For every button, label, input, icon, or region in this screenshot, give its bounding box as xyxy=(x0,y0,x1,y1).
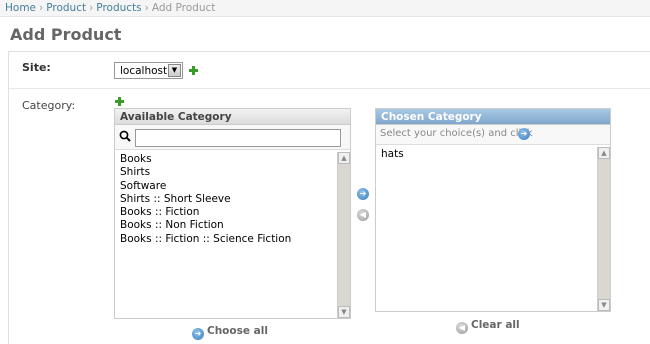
chosen-help-label: Select your choice(s) and click xyxy=(380,128,533,139)
scroll-down-icon[interactable]: ▼ xyxy=(598,299,610,311)
list-item[interactable]: Shirts xyxy=(120,166,350,179)
chosen-help-text: Select your choice(s) and click ➜ xyxy=(376,125,610,145)
list-item[interactable]: Books xyxy=(120,153,350,166)
available-scrollbar[interactable]: ▲ ▼ xyxy=(337,152,350,318)
list-item[interactable]: Books :: Fiction :: Science Fiction xyxy=(120,233,350,246)
scroll-down-icon[interactable]: ▼ xyxy=(338,306,350,318)
arrow-left-icon: ◀ xyxy=(456,322,468,334)
arrow-right-icon: ➜ xyxy=(518,128,530,140)
chosen-category-list[interactable]: hats xyxy=(376,145,610,161)
form-panel: Site: localhost ▼ Category: Available Ca… xyxy=(8,51,650,344)
breadcrumb-products-link[interactable]: Products xyxy=(96,2,141,14)
page-title: Add Product xyxy=(10,25,122,44)
scroll-up-icon[interactable]: ▲ xyxy=(338,152,350,164)
available-category-list[interactable]: Books Shirts Software Shirts :: Short Sleev… xyxy=(115,150,350,246)
add-category-plus-icon[interactable] xyxy=(115,97,124,106)
clear-all-label: Clear all xyxy=(471,319,520,331)
list-item[interactable]: Shirts :: Short Sleeve xyxy=(120,193,350,206)
clear-all-button[interactable]: ◀ Clear all xyxy=(456,319,520,334)
arrow-left-icon[interactable]: ◀ xyxy=(357,209,369,221)
breadcrumb-product-link[interactable]: Product xyxy=(46,2,86,14)
available-category-header: Available Category xyxy=(115,109,350,125)
chosen-category-header: Chosen Category xyxy=(376,109,610,125)
chevron-down-icon[interactable]: ▼ xyxy=(168,64,181,77)
arrow-right-icon: ➜ xyxy=(192,328,204,340)
available-filter-input[interactable] xyxy=(135,129,341,147)
available-filter-row xyxy=(115,125,350,150)
choose-all-label: Choose all xyxy=(207,325,268,337)
add-site-plus-icon[interactable] xyxy=(189,66,198,75)
breadcrumb-current: Add Product xyxy=(151,2,216,14)
breadcrumb-home-link[interactable]: Home xyxy=(5,2,36,14)
list-item[interactable]: Software xyxy=(120,180,350,193)
choose-all-button[interactable]: ➜ Choose all xyxy=(192,325,268,340)
site-select-value: localhost xyxy=(120,65,168,77)
arrow-right-icon[interactable]: ➜ xyxy=(357,188,369,200)
chosen-category-box: Chosen Category Select your choice(s) an… xyxy=(375,108,611,312)
list-item[interactable]: hats xyxy=(381,148,610,161)
search-icon xyxy=(119,130,131,142)
breadcrumb-separator: › xyxy=(89,2,94,14)
site-select[interactable]: localhost ▼ xyxy=(114,62,183,79)
category-label: Category: xyxy=(22,99,76,112)
breadcrumb-separator: › xyxy=(39,2,44,14)
scroll-up-icon[interactable]: ▲ xyxy=(598,147,610,159)
breadcrumb: Home › Product › Products › Add Product xyxy=(0,0,650,17)
breadcrumb-separator: › xyxy=(144,2,149,14)
site-row: Site: localhost ▼ xyxy=(9,52,650,89)
available-category-box: Available Category Books Shirts Software Sh… xyxy=(114,108,351,319)
site-label: Site: xyxy=(22,61,51,74)
list-item[interactable]: Books :: Non Fiction xyxy=(120,219,350,232)
chosen-scrollbar[interactable]: ▲ ▼ xyxy=(597,147,610,311)
list-item[interactable]: Books :: Fiction xyxy=(120,206,350,219)
